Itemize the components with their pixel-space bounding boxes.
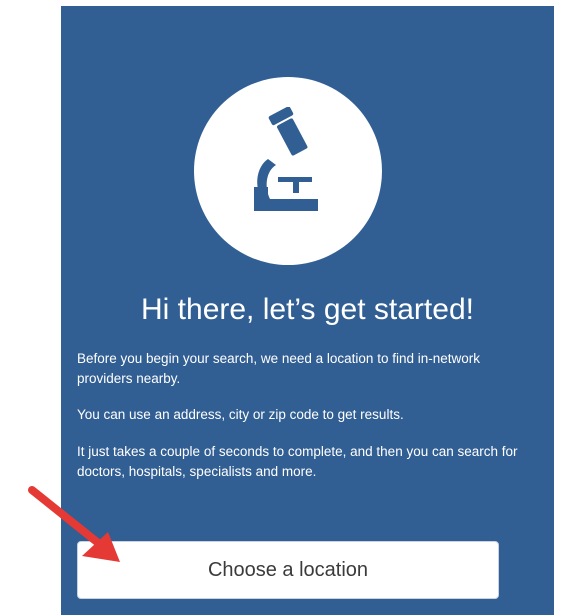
microscope-icon xyxy=(254,107,318,211)
page: Hi there, let’s get started! Before you … xyxy=(0,0,562,615)
intro-paragraph-input: You can use an address, city or zip code… xyxy=(77,407,404,422)
intro-paragraph-search: It just takes a couple of seconds to com… xyxy=(77,444,518,479)
icon-circle xyxy=(194,77,382,265)
page-title: Hi there, let’s get started! xyxy=(141,293,474,326)
intro-paragraph-location: Before you begin your search, we need a … xyxy=(77,351,480,386)
choose-location-button[interactable]: Choose a location xyxy=(77,541,499,599)
